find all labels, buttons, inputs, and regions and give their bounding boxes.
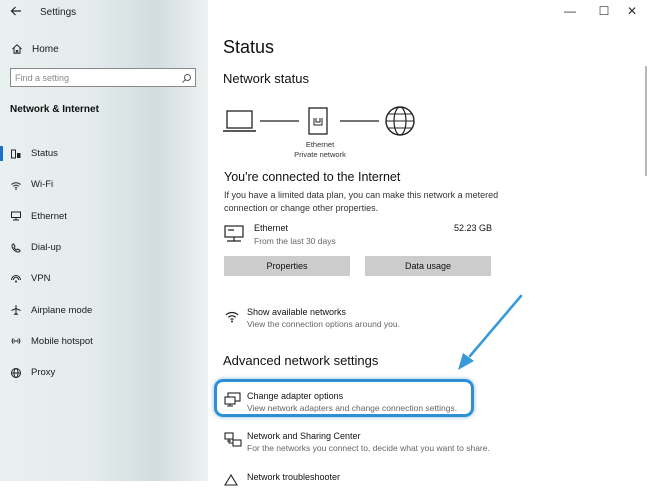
connected-heading: You're connected to the Internet [224, 170, 401, 184]
sidebar-item-vpn[interactable]: VPN [0, 263, 208, 294]
ethernet-icon [224, 225, 246, 250]
globe-icon [9, 366, 23, 380]
search-icon[interactable] [181, 71, 192, 89]
app-title: Settings [40, 7, 77, 18]
highlight-outline [214, 379, 474, 417]
sidebar-item-mobile-hotspot[interactable]: Mobile hotspot [0, 326, 208, 357]
sidebar-item-label: VPN [31, 273, 51, 285]
connection-name: Ethernet [254, 223, 289, 233]
sidebar-item-airplane-mode[interactable]: Airplane mode [0, 294, 208, 325]
diagram-device-label: Ethernet [305, 140, 335, 149]
status-icon [9, 147, 23, 161]
diagram-network-label: Private network [294, 150, 346, 159]
sidebar-item-label: Status [31, 148, 58, 160]
warning-icon [224, 473, 238, 491]
settings-window: Settings Home Network & Internet Status [0, 0, 650, 486]
sharing-center-icon [224, 432, 242, 453]
section-title: Network & Internet [10, 104, 99, 115]
scrollbar-thumb[interactable] [645, 66, 647, 176]
show-available-networks-link[interactable]: Show available networks View the connect… [224, 307, 514, 333]
wifi-icon [9, 178, 23, 192]
search-input[interactable] [15, 71, 175, 84]
sidebar-item-wifi[interactable]: Wi-Fi [0, 169, 208, 200]
sidebar-item-label: Ethernet [31, 210, 67, 222]
sidebar-item-label: Airplane mode [31, 304, 93, 316]
scrollbar[interactable] [644, 26, 648, 481]
network-sharing-center-link[interactable]: Network and Sharing Center For the netwo… [224, 431, 514, 457]
minimize-button[interactable]: — [560, 4, 580, 18]
sidebar-item-label: Proxy [31, 367, 56, 379]
sidebar-item-status[interactable]: Status [0, 138, 208, 169]
connected-description: If you have a limited data plan, you can… [224, 190, 499, 213]
close-button[interactable]: ✕ [622, 4, 642, 18]
search-box[interactable] [10, 68, 196, 87]
sidebar-item-proxy[interactable]: Proxy [0, 357, 208, 388]
connection-period: From the last 30 days [254, 236, 336, 246]
connection-usage-row: Ethernet From the last 30 days 52.23 GB [224, 222, 492, 250]
sidebar-item-label: Dial-up [31, 242, 62, 254]
computer-icon [223, 110, 256, 132]
page-title: Status [223, 37, 275, 57]
airplane-icon [9, 303, 23, 317]
data-usage-button[interactable]: Data usage [365, 256, 491, 276]
ethernet-icon [9, 209, 23, 223]
advanced-settings-heading: Advanced network settings [223, 353, 379, 368]
title-bar: Settings [0, 0, 208, 26]
back-arrow-icon[interactable] [10, 4, 22, 20]
link-subtitle: View the connection options around you. [247, 319, 400, 329]
dialup-icon [9, 241, 23, 255]
hotspot-icon [9, 334, 23, 348]
network-status-heading: Network status [223, 71, 309, 86]
sidebar: Settings Home Network & Internet Status [0, 0, 208, 481]
link-title: Show available networks [247, 307, 347, 317]
network-troubleshooter-link[interactable]: Network troubleshooter [224, 472, 514, 486]
ethernet-port-icon [308, 107, 328, 135]
home-label: Home [32, 43, 59, 55]
internet-globe-icon [385, 106, 415, 136]
home-nav-item[interactable]: Home [10, 42, 59, 56]
sidebar-item-label: Wi-Fi [31, 179, 54, 191]
sidebar-nav: Status Wi-Fi Ethernet Dial-up VPN Airpla… [0, 138, 208, 388]
link-title: Network and Sharing Center [247, 431, 361, 441]
link-subtitle: For the networks you connect to, decide … [247, 443, 490, 453]
sidebar-item-dialup[interactable]: Dial-up [0, 232, 208, 263]
sidebar-item-ethernet[interactable]: Ethernet [0, 201, 208, 232]
maximize-button[interactable]: ☐ [594, 4, 614, 18]
data-usage-amount: 52.23 GB [453, 223, 492, 233]
vpn-icon [9, 272, 23, 286]
wifi-icon [224, 308, 240, 329]
home-icon [10, 43, 24, 55]
properties-button[interactable]: Properties [224, 256, 350, 276]
sidebar-item-label: Mobile hotspot [31, 335, 93, 347]
